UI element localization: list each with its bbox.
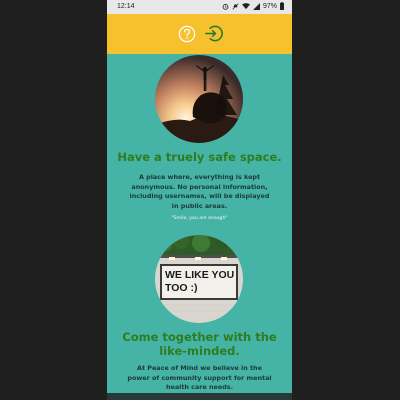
section1-heading: Have a truely safe space.	[117, 150, 282, 164]
battery-icon	[280, 2, 284, 10]
login-icon[interactable]	[204, 24, 223, 43]
app-header	[107, 14, 292, 54]
sign-text-line2: TOO :)	[165, 282, 197, 294]
alarm-icon	[222, 3, 229, 10]
status-time: 12:14	[117, 3, 135, 10]
section2-body: At Peace of Mind we believe in the power…	[127, 364, 272, 391]
status-icons: 97%	[222, 2, 284, 10]
sign-text-line1: WE LIKE YOU	[165, 269, 234, 281]
hero-image-sunset	[155, 55, 243, 143]
signal-icon	[252, 2, 260, 10]
wifi-icon	[241, 2, 250, 9]
sign-image: WE LIKE YOU TOO :)	[155, 235, 243, 323]
battery-percent: 97%	[262, 2, 277, 10]
phone-screen: 12:14 97% Have a truely safe space. A pl…	[107, 0, 292, 400]
help-icon[interactable]	[178, 25, 196, 43]
section2-heading: Come together with the like-minded.	[122, 330, 277, 358]
status-bar: 12:14 97%	[107, 0, 292, 14]
quote-text: "Smile, you are enough"	[171, 216, 228, 221]
silent-icon	[232, 2, 239, 10]
section1-body: A place where, everything is kept anonym…	[129, 173, 270, 210]
bottom-nav-strip	[107, 393, 292, 400]
